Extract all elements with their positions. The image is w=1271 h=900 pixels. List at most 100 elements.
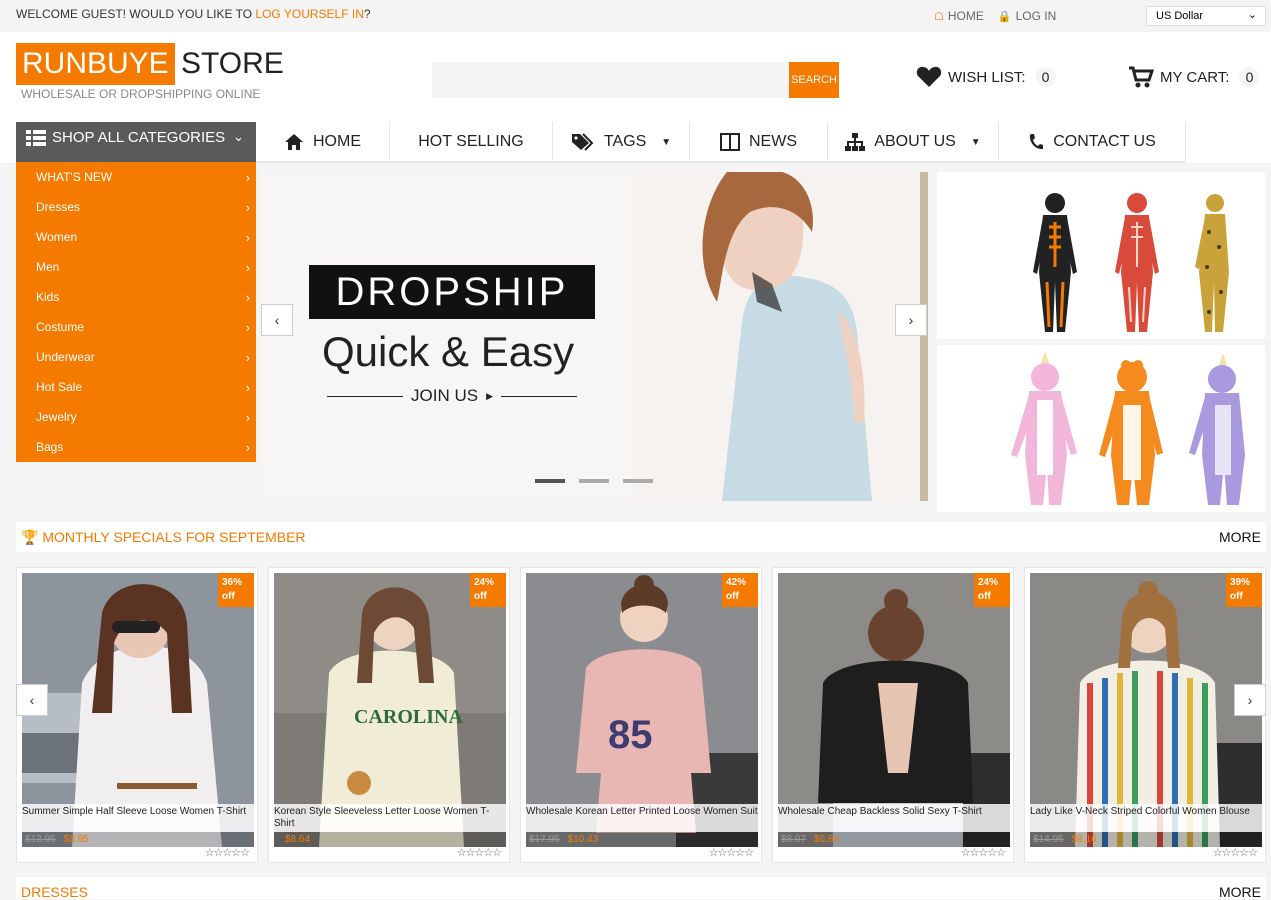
slider-dot[interactable] — [623, 479, 653, 483]
monthly-title-text: MONTHLY SPECIALS FOR SEPTEMBER — [42, 529, 306, 545]
product-carousel: 36% off Summer Simple Half Sleeve Loose W… — [16, 567, 1266, 863]
sidebar-item-underwear[interactable]: Underwear › — [16, 342, 256, 372]
products-next-button[interactable]: › — [1234, 684, 1266, 716]
chevron-right-icon: › — [245, 440, 250, 455]
logo[interactable]: RUNBUYE — [16, 43, 175, 85]
old-price: $17.95 — [529, 834, 560, 845]
currency-select[interactable]: US Dollar ⌄ — [1146, 6, 1266, 26]
products-prev-button[interactable]: ‹ — [16, 684, 48, 716]
list-icon — [26, 130, 46, 146]
product-name[interactable]: Summer Simple Half Sleeve Loose Women T-… — [22, 804, 254, 832]
top-login-label: LOG IN — [1015, 9, 1057, 23]
slider-dot[interactable] — [535, 479, 565, 483]
chevron-right-icon: › — [908, 312, 914, 328]
monthly-more-link[interactable]: MORE — [1219, 529, 1261, 545]
sidebar-item-whats-new[interactable]: WHAT'S NEW › — [16, 162, 256, 192]
sidebar-item-bags[interactable]: Bags › — [16, 432, 256, 462]
nav-item-home[interactable]: HOME — [256, 122, 390, 162]
product-card[interactable]: 39% off Lady Like V-Neck Striped Colorful… — [1024, 567, 1266, 863]
banner-edge-strip — [920, 172, 928, 501]
promo-tile-onesies[interactable] — [937, 345, 1265, 512]
nav-item-hot-selling[interactable]: HOT SELLING — [390, 122, 553, 162]
svg-text:CAROLINA: CAROLINA — [354, 706, 463, 728]
chevron-right-icon: › — [245, 290, 250, 305]
discount-percent: 24% — [978, 577, 999, 588]
product-price: $13.95 $8.95 — [22, 832, 254, 847]
nav-item-tags[interactable]: TAGS ▼ — [553, 122, 690, 162]
product-card[interactable]: 36% off Summer Simple Half Sleeve Loose W… — [16, 567, 258, 863]
banner-join-us[interactable]: JOIN US ▶ — [327, 386, 577, 406]
sidebar-item-jewelry[interactable]: Jewelry › — [16, 402, 256, 432]
sidebar-item-costume[interactable]: Costume › — [16, 312, 256, 342]
header: RUNBUYE STORE WHOLESALE OR DROPSHIPPING … — [0, 32, 1271, 122]
old-price: $8.97 — [781, 834, 807, 845]
search-input[interactable] — [432, 62, 789, 98]
sidebar-item-label: Costume — [36, 320, 85, 334]
chevron-left-icon: ‹ — [274, 312, 280, 328]
product-card[interactable]: CAROLINA 24% off Korean Style Sleeveless … — [268, 567, 510, 863]
top-bar: WELCOME GUEST! WOULD YOU LIKE TO LOG YOU… — [0, 0, 1271, 32]
product-name[interactable]: Wholesale Korean Letter Printed Loose Wo… — [526, 804, 758, 832]
cart-icon — [1129, 66, 1154, 88]
slider-prev-button[interactable]: ‹ — [261, 304, 293, 336]
discount-percent: 24% — [474, 577, 495, 588]
wishlist-label: WISH LIST: — [948, 68, 1026, 86]
welcome-suffix: ? — [363, 7, 371, 21]
dresses-more-link[interactable]: MORE — [1219, 884, 1261, 900]
slider-dot[interactable] — [579, 479, 609, 483]
login-yourself-link[interactable]: LOG YOURSELF IN — [255, 7, 363, 21]
discount-off: off — [726, 591, 739, 602]
search-button[interactable]: SEARCH — [789, 62, 839, 98]
promo-tile-costumes[interactable] — [937, 172, 1265, 339]
sidebar-item-men[interactable]: Men › — [16, 252, 256, 282]
categories-label: SHOP ALL CATEGORIES — [52, 129, 226, 146]
chevron-right-icon: › — [245, 170, 250, 185]
monthly-specials-header: 🏆 MONTHLY SPECIALS FOR SEPTEMBER MORE — [16, 522, 1266, 552]
shop-all-categories-button[interactable]: SHOP ALL CATEGORIES ⌄ — [16, 122, 256, 162]
chevron-right-icon: › — [1247, 692, 1253, 708]
rating-stars: ☆☆☆☆☆ — [204, 847, 250, 859]
product-name[interactable]: Lady Like V-Neck Striped Colorful Women … — [1030, 804, 1262, 832]
home-icon: ☖ — [934, 11, 944, 23]
chevron-right-icon: › — [245, 410, 250, 425]
product-card[interactable]: 85 42% off Wholesale Korean Letter Printe… — [520, 567, 762, 863]
cart-link[interactable]: MY CART: 0 — [1128, 66, 1260, 88]
cart-count: 0 — [1239, 67, 1260, 87]
nav-item-about-us[interactable]: ABOUT US ▼ — [828, 122, 999, 162]
product-name[interactable]: Wholesale Cheap Backless Solid Sexy T-Sh… — [778, 804, 1010, 832]
rating-stars: ☆☆☆☆☆ — [1212, 847, 1258, 859]
sidebar-item-kids[interactable]: Kids › — [16, 282, 256, 312]
new-price: $9.16 — [1071, 834, 1097, 845]
sidebar-item-women[interactable]: Women › — [16, 222, 256, 252]
product-price: $8.97 $6.84 — [778, 832, 1010, 847]
new-price: $6.84 — [814, 834, 840, 845]
sidebar-item-dresses[interactable]: Dresses › — [16, 192, 256, 222]
logo-store-text[interactable]: STORE — [181, 43, 284, 85]
nav-item-news[interactable]: NEWS — [690, 122, 828, 162]
lock-icon: 🔒 — [997, 11, 1012, 23]
top-links: ☖ HOME 🔒 LOG IN — [934, 9, 1056, 23]
divider — [500, 395, 577, 397]
top-login-link[interactable]: 🔒 LOG IN — [998, 9, 1056, 23]
chevron-right-icon: › — [245, 350, 250, 365]
top-home-link[interactable]: ☖ HOME — [934, 9, 984, 23]
product-price: $8.64 — [274, 832, 506, 847]
product-name[interactable]: Korean Style Sleeveless Letter Loose Wom… — [274, 804, 506, 832]
product-card[interactable]: 24% off Wholesale Cheap Backless Solid Se… — [772, 567, 1014, 863]
wishlist-link[interactable]: WISH LIST: 0 — [916, 66, 1056, 88]
chevron-down-icon: ⌄ — [1247, 9, 1257, 21]
sidebar-item-label: Men — [36, 260, 60, 274]
chevron-right-icon: › — [245, 260, 250, 275]
model-photo — [632, 172, 922, 501]
tags-icon — [571, 133, 594, 151]
sidebar-item-hot-sale[interactable]: Hot Sale › — [16, 372, 256, 402]
slider-next-button[interactable]: › — [895, 304, 927, 336]
nav-item-contact-us[interactable]: CONTACT US — [999, 122, 1186, 162]
nav-menu: HOME HOT SELLING TAGS ▼ NEWS ABOUT US ▼ … — [256, 122, 1186, 163]
nav-contact-us-label: CONTACT US — [1053, 133, 1156, 150]
discount-percent: 36% — [222, 577, 243, 588]
hero-banner[interactable]: DROPSHIP Quick & Easy JOIN US ▶ — [262, 172, 928, 501]
nav-tags-label: TAGS — [603, 133, 647, 150]
nav-home-label: HOME — [313, 133, 361, 150]
animal-onesies-image — [1011, 351, 1245, 505]
